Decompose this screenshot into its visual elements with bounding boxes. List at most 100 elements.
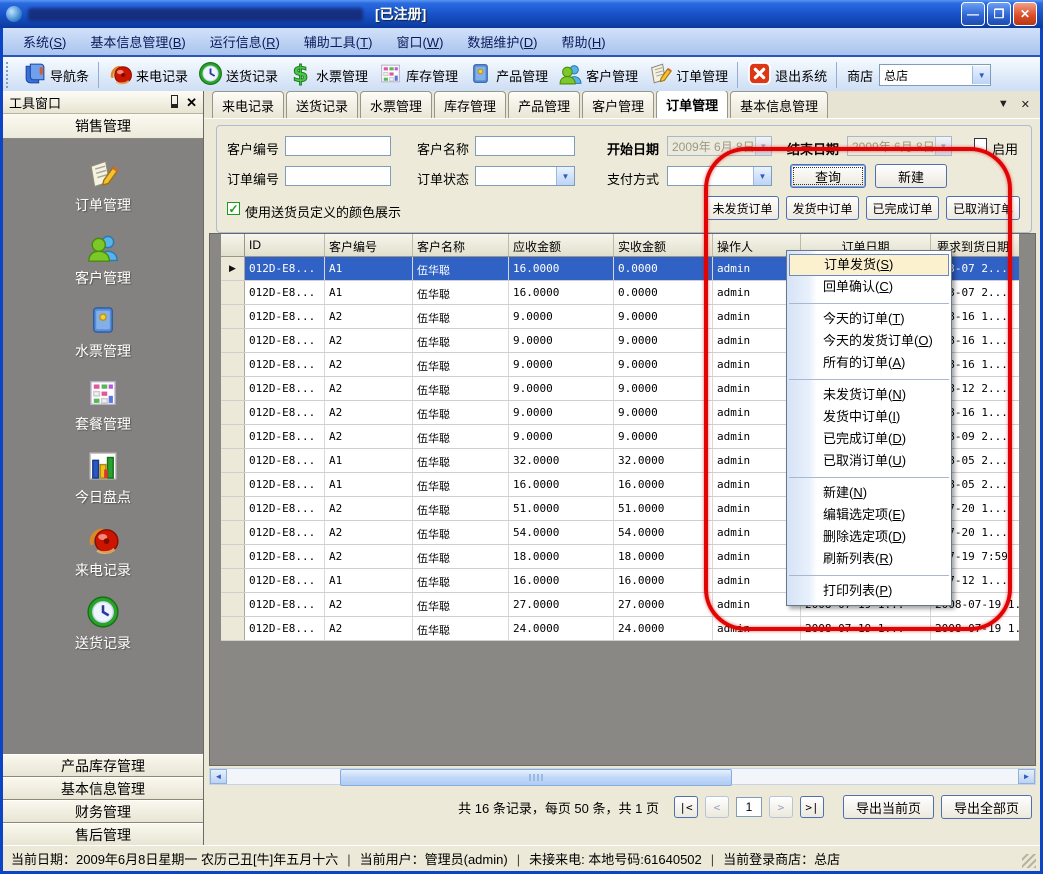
tab-list-icon[interactable]: ▼ (998, 98, 1009, 111)
tab[interactable]: 产品管理 (508, 91, 580, 118)
context-menu-item[interactable]: 回单确认(C) (789, 276, 949, 304)
color-display-checkbox[interactable]: ✓ (227, 202, 240, 215)
chevron-down-icon[interactable]: ▼ (972, 66, 990, 84)
resize-grip[interactable] (1022, 854, 1036, 868)
context-menu-item[interactable]: 新建(N) (789, 482, 949, 504)
col-header-customer-name[interactable]: 客户名称 (413, 234, 509, 256)
tab[interactable]: 订单管理 (656, 91, 728, 118)
sidebar-item-order-mgmt[interactable]: 订单管理 (75, 157, 131, 215)
context-menu-item[interactable]: 打印列表(P) (789, 580, 949, 602)
col-header-received[interactable]: 实收金额 (614, 234, 713, 256)
tab[interactable]: 客户管理 (582, 91, 654, 118)
toolbar-customer-button[interactable]: 客户管理 (553, 59, 643, 91)
sidebar-item-daily-check[interactable]: 今日盘点 (75, 449, 131, 507)
row-selector-cell[interactable] (221, 401, 245, 424)
toolbar-order-button[interactable]: 订单管理 (643, 59, 733, 91)
menu-item[interactable]: 数据维护(D) (457, 29, 547, 54)
row-selector-cell[interactable] (221, 617, 245, 640)
row-selector-cell[interactable] (221, 281, 245, 304)
enable-checkbox[interactable] (974, 138, 987, 151)
order-no-input[interactable] (285, 166, 391, 186)
context-menu-item[interactable]: 未发货订单(N) (789, 384, 949, 406)
row-selector-cell[interactable] (221, 425, 245, 448)
completed-orders-button[interactable]: 已完成订单 (866, 196, 939, 220)
order-status-select[interactable]: ▼ (475, 166, 575, 186)
tab-close-icon[interactable]: ✕ (1021, 98, 1030, 111)
next-page-button[interactable]: > (769, 796, 793, 818)
row-selector-cell[interactable] (221, 497, 245, 520)
query-button[interactable]: 查询 (790, 164, 866, 188)
tab[interactable]: 基本信息管理 (730, 91, 828, 118)
toolbar-water-ticket-button[interactable]: 水票管理 (283, 59, 373, 91)
chevron-down-icon[interactable]: ▼ (753, 167, 771, 185)
sidebar-item-call-log[interactable]: 来电记录 (75, 522, 131, 580)
row-selector-cell[interactable] (221, 473, 245, 496)
export-current-page-button[interactable]: 导出当前页 (843, 795, 934, 819)
first-page-button[interactable]: |< (674, 796, 698, 818)
prev-page-button[interactable]: < (705, 796, 729, 818)
sidebar-item-package-mgmt[interactable]: 套餐管理 (75, 376, 131, 434)
sidebar-item-water-ticket[interactable]: 水票管理 (75, 303, 131, 361)
close-icon[interactable]: ✕ (186, 96, 197, 109)
context-menu-item[interactable]: 订单发货(S) (789, 254, 949, 276)
pin-icon[interactable] (171, 95, 178, 108)
sidebar-section-button[interactable]: 产品库存管理 (3, 754, 203, 777)
customer-no-input[interactable] (285, 136, 391, 156)
tab[interactable]: 来电记录 (212, 91, 284, 118)
unshipped-orders-button[interactable]: 未发货订单 (706, 196, 779, 220)
chevron-down-icon[interactable]: ▼ (556, 167, 574, 185)
menu-item[interactable]: 帮助(H) (551, 29, 615, 54)
col-header-customer-no[interactable]: 客户编号 (325, 234, 413, 256)
toolbar-call-log-button[interactable]: 来电记录 (103, 59, 193, 91)
sidebar-section-button[interactable]: 财务管理 (3, 800, 203, 823)
menu-item[interactable]: 辅助工具(T) (294, 29, 383, 54)
col-header-receivable[interactable]: 应收金额 (509, 234, 614, 256)
page-number-input[interactable] (736, 797, 762, 817)
pay-method-select[interactable]: ▼ (667, 166, 772, 186)
context-menu-item[interactable]: 编辑选定项(E) (789, 504, 949, 526)
start-date-picker[interactable]: 2009年 6月 8日 ▼ (667, 136, 772, 156)
col-header-id[interactable]: ID (245, 234, 325, 256)
row-selector-cell[interactable] (221, 353, 245, 376)
sidebar-item-delivery-log[interactable]: 送货记录 (75, 595, 131, 653)
toolbar-delivery-log-button[interactable]: 送货记录 (193, 59, 283, 91)
row-selector-cell[interactable] (221, 305, 245, 328)
row-selector-cell[interactable] (221, 257, 245, 280)
context-menu-item[interactable]: 发货中订单(I) (789, 406, 949, 428)
tab[interactable]: 水票管理 (360, 91, 432, 118)
row-selector-cell[interactable] (221, 377, 245, 400)
shipping-orders-button[interactable]: 发货中订单 (786, 196, 859, 220)
toolbar-product-button[interactable]: 产品管理 (463, 59, 553, 91)
sidebar-item-customer-mgmt[interactable]: 客户管理 (75, 230, 131, 288)
sidebar-section-button[interactable]: 基本信息管理 (3, 777, 203, 800)
cancelled-orders-button[interactable]: 已取消订单 (946, 196, 1020, 220)
row-selector-cell[interactable] (221, 449, 245, 472)
maximize-button[interactable]: ❒ (987, 2, 1011, 26)
end-date-picker[interactable]: 2009年 6月 8日 ▼ (847, 136, 952, 156)
scroll-left-arrow[interactable]: ◄ (210, 769, 227, 784)
toolbar-navbar-button[interactable]: 导航条 (17, 59, 94, 91)
row-selector-cell[interactable] (221, 593, 245, 616)
context-menu-item[interactable]: 刷新列表(R) (789, 548, 949, 576)
context-menu-item[interactable]: 删除选定项(D) (789, 526, 949, 548)
menu-item[interactable]: 窗口(W) (386, 29, 453, 54)
export-all-pages-button[interactable]: 导出全部页 (941, 795, 1032, 819)
menu-item[interactable]: 系统(S) (13, 29, 76, 54)
toolbar-inventory-button[interactable]: 库存管理 (373, 59, 463, 91)
row-selector-cell[interactable] (221, 569, 245, 592)
scroll-right-arrow[interactable]: ► (1018, 769, 1035, 784)
row-selector-cell[interactable] (221, 521, 245, 544)
toolbar-exit-button[interactable]: 退出系统 (742, 59, 832, 91)
context-menu-item[interactable]: 已取消订单(U) (789, 450, 949, 478)
scrollbar-thumb[interactable] (340, 769, 732, 786)
horizontal-scrollbar[interactable]: ◄ ► (209, 768, 1036, 785)
customer-name-input[interactable] (475, 136, 575, 156)
tab[interactable]: 库存管理 (434, 91, 506, 118)
row-selector-cell[interactable] (221, 545, 245, 568)
table-row[interactable]: 012D-E8... A2 伍华聪 24.0000 24.0000 admin … (221, 617, 1019, 641)
last-page-button[interactable]: >| (800, 796, 824, 818)
row-selector-cell[interactable] (221, 329, 245, 352)
menu-item[interactable]: 运行信息(R) (200, 29, 290, 54)
context-menu-item[interactable]: 今天的发货订单(O) (789, 330, 949, 352)
new-button[interactable]: 新建 (875, 164, 947, 188)
